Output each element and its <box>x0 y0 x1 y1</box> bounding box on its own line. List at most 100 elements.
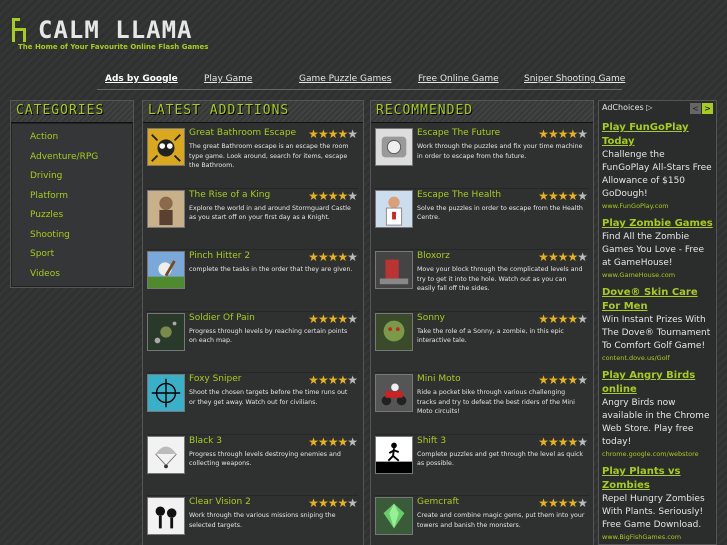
ad-title-link[interactable]: Dove® Skin Care For Men <box>602 286 713 314</box>
recommended-game-row[interactable]: Sonny ★★★★★ Take the role of a Sonny, a zo… <box>375 311 589 373</box>
game-title-link[interactable]: Gemcraft <box>417 497 459 507</box>
game-rating: ★★★★★ <box>308 188 358 203</box>
nav-link-free-online-game[interactable]: Free Online Game <box>418 74 499 84</box>
game-title-link[interactable]: Soldier Of Pain <box>189 313 255 323</box>
latest-game-row[interactable]: Black 3 ★★★★★ Progress through levels dest… <box>147 434 359 496</box>
ads-panel: AdChoices ▷ < > Play FunGoPlay Today Chall… <box>598 100 717 545</box>
stickman-icon[interactable] <box>147 497 185 535</box>
game-title-link[interactable]: The Rise of a King <box>189 190 270 200</box>
game-title-link[interactable]: Mini Moto <box>417 374 461 384</box>
machine-icon[interactable] <box>375 128 413 166</box>
game-title-link[interactable]: Escape The Future <box>417 128 500 138</box>
site-tagline: The Home of Your Favourite Online Flash … <box>18 43 209 51</box>
recommended-game-row[interactable]: Mini Moto ★★★★★ Ride a pocket bike through… <box>375 373 589 435</box>
doctor-icon[interactable] <box>375 189 413 228</box>
ad-next-button[interactable]: > <box>702 103 713 114</box>
nav-link-game-puzzle-games[interactable]: Game Puzzle Games <box>299 74 391 84</box>
adchoices-label[interactable]: AdChoices <box>602 103 644 112</box>
categories-panel: Categories Action Adventure/RPG Driving … <box>10 100 134 288</box>
star-icon: ★ <box>538 188 549 203</box>
star-icon: ★ <box>577 434 588 449</box>
game-description: Progress through levels destroying enemi… <box>189 450 341 468</box>
nav-link-play-game[interactable]: Play Game <box>204 74 252 84</box>
ad-prev-button[interactable]: < <box>690 103 701 114</box>
category-action[interactable]: Action <box>16 128 128 148</box>
star-icon: ★ <box>347 250 358 264</box>
star-icon: ★ <box>538 311 549 326</box>
game-title-link[interactable]: Clear Vision 2 <box>189 497 251 507</box>
parachute-icon[interactable] <box>147 435 185 474</box>
ad-title-link[interactable]: Play Zombie Games <box>602 217 713 231</box>
ad-url-link[interactable]: www.FunGoPlay.com <box>602 201 713 211</box>
category-adventure-rpg[interactable]: Adventure/RPG <box>16 148 128 168</box>
ad-url-link[interactable]: content.dove.us/Golf <box>602 353 713 363</box>
star-icon: ★ <box>577 188 588 203</box>
game-title-link[interactable]: Great Bathroom Escape <box>189 128 296 138</box>
star-icon: ★ <box>347 311 358 326</box>
knight-icon[interactable] <box>147 189 185 228</box>
category-driving[interactable]: Driving <box>16 167 128 187</box>
star-icon: ★ <box>347 127 358 141</box>
latest-game-row[interactable]: The Rise of a King ★★★★★ Explore the world… <box>147 188 359 250</box>
game-title-link[interactable]: Bloxorz <box>417 251 450 261</box>
ad-title-link[interactable]: Play FunGoPlay Today <box>602 121 713 149</box>
soldier-icon[interactable] <box>147 312 185 351</box>
recommended-game-row[interactable]: Escape The Health ★★★★★ Solve the puzzles … <box>375 188 589 250</box>
category-sport[interactable]: Sport <box>16 245 128 265</box>
star-icon: ★ <box>308 496 319 510</box>
category-videos[interactable]: Videos <box>16 265 128 285</box>
game-rating: ★★★★★ <box>308 496 358 510</box>
ad-navigation: < > <box>689 103 713 114</box>
ad-block: Play Zombie Games Find All the Zombie Gam… <box>602 217 713 280</box>
star-icon: ★ <box>547 127 559 141</box>
category-shooting[interactable]: Shooting <box>16 226 128 246</box>
zombie-icon[interactable] <box>375 312 413 351</box>
ad-title-link[interactable]: Play Plants vs Zombies <box>602 465 713 493</box>
game-description: Solve the puzzles in order to escape fro… <box>417 204 583 222</box>
game-rating: ★★★★★ <box>538 188 588 203</box>
adchoices-icon[interactable]: ▷ <box>646 103 652 112</box>
block-icon[interactable] <box>375 251 413 289</box>
runner-icon[interactable] <box>375 435 413 474</box>
nav-link-sniper-shooting-game[interactable]: Sniper Shooting Game <box>524 74 625 84</box>
latest-game-row[interactable]: Great Bathroom Escape ★★★★★ The great Bath… <box>147 127 359 189</box>
star-icon: ★ <box>327 496 339 510</box>
latest-additions-list: Great Bathroom Escape ★★★★★ The great Bath… <box>143 123 363 545</box>
latest-game-row[interactable]: Clear Vision 2 ★★★★★ Work through the vari… <box>147 496 359 545</box>
gem-icon[interactable] <box>375 497 413 535</box>
ad-url-link[interactable]: www.GameHouse.com <box>602 270 713 280</box>
moto-icon[interactable] <box>375 374 413 412</box>
crosshair-icon[interactable] <box>147 374 185 412</box>
game-title-link[interactable]: Escape The Health <box>417 190 501 200</box>
baseball-icon[interactable] <box>147 251 185 289</box>
category-platform[interactable]: Platform <box>16 187 128 207</box>
star-icon: ★ <box>317 127 329 141</box>
latest-game-row[interactable]: Soldier Of Pain ★★★★★ Progress through lev… <box>147 311 359 373</box>
star-icon: ★ <box>317 188 329 203</box>
star-icon: ★ <box>557 496 569 510</box>
game-rating: ★★★★★ <box>308 250 358 264</box>
spider-icon[interactable] <box>147 128 185 166</box>
star-icon: ★ <box>337 434 348 449</box>
game-title-link[interactable]: Sonny <box>417 313 445 323</box>
category-puzzles[interactable]: Puzzles <box>16 206 128 226</box>
ad-url-link[interactable]: www.BigFishGames.com <box>602 532 713 542</box>
game-title-link[interactable]: Black 3 <box>189 436 222 446</box>
star-icon: ★ <box>308 373 319 387</box>
star-icon: ★ <box>317 311 329 326</box>
recommended-game-row[interactable]: Gemcraft ★★★★★ Create and combine magic ge… <box>375 496 589 545</box>
latest-game-row[interactable]: Pinch Hitter 2 ★★★★★ complete the tasks in… <box>147 250 359 312</box>
recommended-game-row[interactable]: Shift 3 ★★★★★ Complete puzzles and get thr… <box>375 434 589 496</box>
recommended-game-row[interactable]: Escape The Future ★★★★★ Work through the p… <box>375 127 589 189</box>
game-title-link[interactable]: Foxy Sniper <box>189 374 241 384</box>
ad-url-link[interactable]: chrome.google.com/webstore <box>602 449 713 459</box>
ads-by-google-link[interactable]: Ads by Google <box>105 74 178 84</box>
latest-game-row[interactable]: Foxy Sniper ★★★★★ Shoot the chosen targets… <box>147 373 359 435</box>
game-title-link[interactable]: Pinch Hitter 2 <box>189 251 250 261</box>
star-icon: ★ <box>538 127 549 141</box>
recommended-game-row[interactable]: Bloxorz ★★★★★ Move your block through the … <box>375 250 589 312</box>
ad-title-link[interactable]: Play Angry Birds online <box>602 369 713 397</box>
game-title-link[interactable]: Shift 3 <box>417 436 446 446</box>
star-icon: ★ <box>547 496 559 510</box>
game-rating: ★★★★★ <box>538 127 588 141</box>
